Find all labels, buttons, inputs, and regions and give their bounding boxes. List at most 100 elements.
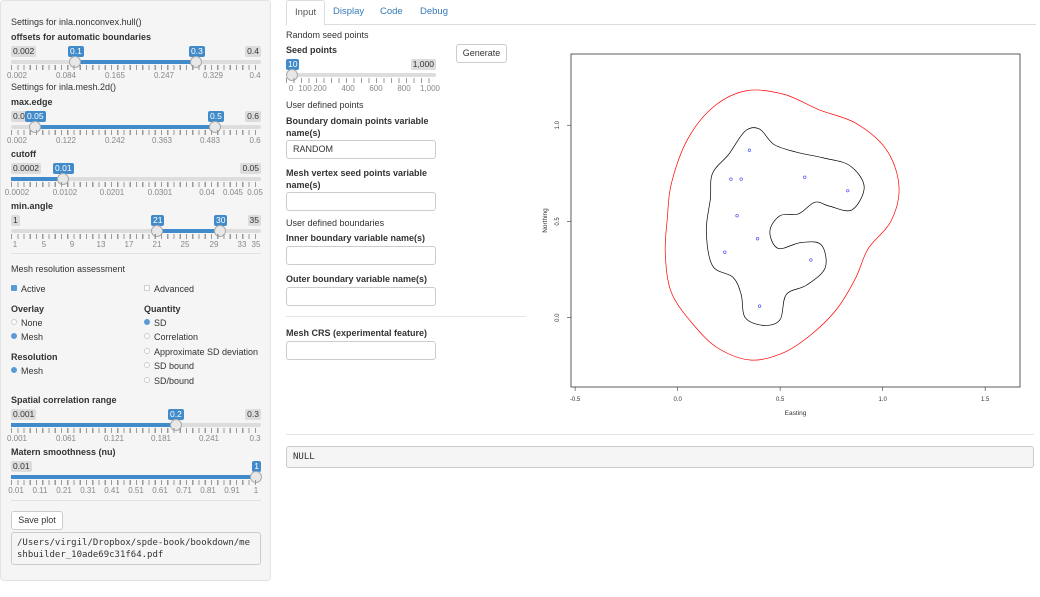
spatial-range-slider[interactable]: 0.001 0.2 0.3 0.001 0.061 0.121 0.181 0.… xyxy=(7,409,261,449)
outer-boundary-input[interactable] xyxy=(286,287,436,306)
x-tick-label: -0.5 xyxy=(570,397,581,403)
tick-label: 400 xyxy=(341,84,355,93)
matern-min: 0.01 xyxy=(11,461,32,472)
boundary-var-input[interactable]: RANDOM xyxy=(286,140,436,159)
slider-fill-bar xyxy=(11,423,176,427)
tick-label: 0 xyxy=(288,84,294,93)
seed-point xyxy=(723,250,727,254)
matern-label: Matern smoothness (nu) xyxy=(11,447,116,457)
tick-label: 0.0102 xyxy=(52,188,78,197)
random-seed-heading: Random seed points xyxy=(286,30,369,40)
tick-label: 0.329 xyxy=(202,71,224,80)
slider-fill-bar xyxy=(11,177,63,181)
tick-label: 0.363 xyxy=(151,136,173,145)
tab-code[interactable]: Code xyxy=(372,0,411,25)
tick-label: 0.4 xyxy=(249,71,261,80)
slider-ticks xyxy=(11,130,261,135)
matern-slider[interactable]: 0.01 1 0.01 0.11 0.21 0.31 0.41 0.51 0.6… xyxy=(8,461,262,501)
tick-label: 0.061 xyxy=(55,434,77,443)
min-angle-slider[interactable]: 1 21 30 35 1 5 9 13 17 21 25 29 33 35 xyxy=(11,215,261,255)
tick-label: 0.002 xyxy=(6,71,28,80)
seed-point xyxy=(747,148,751,152)
plot-frame xyxy=(570,53,1021,388)
tick-label: 0.05 xyxy=(247,188,263,197)
resolution-option-label: Mesh xyxy=(21,366,44,376)
tick-label: 100 xyxy=(298,84,312,93)
assessment-heading: Mesh resolution assessment xyxy=(11,264,126,274)
resolution-mesh-radio[interactable] xyxy=(11,367,17,373)
inner-boundary-input[interactable] xyxy=(286,246,436,265)
tick-label: 0.247 xyxy=(153,71,175,80)
tick-label: 0.483 xyxy=(199,136,221,145)
x-tick-label: 0.0 xyxy=(673,397,682,403)
tick-label: 200 xyxy=(313,84,327,93)
offsets-slider[interactable]: 0.002 0.1 0.3 0.4 0.002 0.084 0.165 0.24… xyxy=(7,46,261,86)
outer-boundary-label: Outer boundary variable name(s) xyxy=(286,274,428,284)
tick-label: 0.6 xyxy=(249,136,261,145)
tick-label: 0.21 xyxy=(56,486,72,495)
tick-label: 0.11 xyxy=(32,486,48,495)
quantity-option-label: SD bound xyxy=(154,361,195,371)
divider xyxy=(11,253,261,254)
tick-label: 0.241 xyxy=(198,434,220,443)
slider-ticks xyxy=(286,78,436,83)
slider-range-bar xyxy=(157,229,220,233)
overlay-label: Overlay xyxy=(11,304,45,314)
cutoff-max: 0.05 xyxy=(240,163,261,174)
tick-label: 17 xyxy=(124,240,134,249)
tick-label: 800 xyxy=(397,84,411,93)
mesh-vertex-input[interactable] xyxy=(286,192,436,211)
x-tick-label: 1.5 xyxy=(981,397,990,403)
quantity-sd-bound-radio[interactable] xyxy=(144,362,150,368)
slider-ticks xyxy=(11,234,261,239)
offsets-label: offsets for automatic boundaries xyxy=(11,32,152,42)
overlay-mesh-radio[interactable] xyxy=(11,333,17,339)
overlay-option-label: Mesh xyxy=(21,332,44,342)
tick-label: 0.122 xyxy=(55,136,77,145)
quantity-correlation-radio[interactable] xyxy=(144,333,150,339)
quantity-label: Quantity xyxy=(144,304,181,314)
max-edge-slider[interactable]: 0.002 0.05 0.5 0.6 0.002 0.122 0.242 0.3… xyxy=(7,111,261,151)
seed-point xyxy=(846,189,850,193)
tab-debug[interactable]: Debug xyxy=(412,0,456,25)
tab-display[interactable]: Display xyxy=(325,0,372,25)
tick-label: 13 xyxy=(96,240,106,249)
save-plot-button[interactable]: Save plot xyxy=(11,511,63,530)
slider-track[interactable] xyxy=(286,73,436,77)
tick-label: 9 xyxy=(69,240,75,249)
advanced-checkbox[interactable] xyxy=(144,285,150,291)
mesh-vertex-label: Mesh vertex seed points variable name(s) xyxy=(286,168,428,190)
cutoff-slider[interactable]: 0.0002 0.01 0.05 0.0002 0.0102 0.0201 0.… xyxy=(5,163,263,203)
slider-ticks xyxy=(11,428,261,433)
quantity-option-label: Approximate SD deviation xyxy=(154,347,259,357)
tick-label: 0.001 xyxy=(6,434,28,443)
tick-label: 0.81 xyxy=(200,486,216,495)
spatial-range-min: 0.001 xyxy=(11,409,37,420)
quantity-sd-over-bound-radio[interactable] xyxy=(144,377,150,383)
tab-input[interactable]: Input xyxy=(286,0,326,26)
slider-ticks xyxy=(11,182,261,187)
slider-fill-bar xyxy=(11,475,256,479)
tick-label: 0.31 xyxy=(80,486,96,495)
tick-label: 0.71 xyxy=(176,486,192,495)
tick-label: 33 xyxy=(237,240,247,249)
cutoff-min: 0.0002 xyxy=(11,163,41,174)
divider xyxy=(11,500,261,501)
tick-label: 1 xyxy=(253,486,259,495)
seed-points-slider[interactable]: 10 1,000 0 100 200 400 600 800 1,000 xyxy=(286,59,440,99)
tick-label: 0.084 xyxy=(55,71,77,80)
slider-ticks xyxy=(11,65,261,70)
seed-points-max: 1,000 xyxy=(410,59,436,70)
tick-label: 0.91 xyxy=(224,486,240,495)
quantity-sd-radio[interactable] xyxy=(144,319,150,325)
save-path-output: /Users/virgil/Dropbox/spde-book/bookdown… xyxy=(11,532,261,565)
sidebar-panel: Settings for inla.nonconvex.hull() offse… xyxy=(0,0,271,581)
tick-label: 35 xyxy=(251,240,261,249)
generate-button[interactable]: Generate xyxy=(456,44,507,63)
min-angle-min: 1 xyxy=(11,215,20,226)
quantity-approx-sd-radio[interactable] xyxy=(144,348,150,354)
active-checkbox[interactable] xyxy=(11,285,17,291)
mesh-crs-input[interactable] xyxy=(286,341,436,360)
x-axis-label: Easting xyxy=(785,410,807,417)
overlay-none-radio[interactable] xyxy=(11,319,17,325)
